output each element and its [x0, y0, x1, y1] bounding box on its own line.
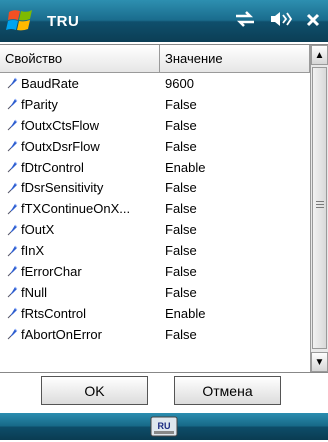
keyboard-input-icon[interactable]: RU: [150, 416, 178, 437]
property-name: fAbortOnError: [21, 326, 102, 342]
property-value: False: [165, 117, 197, 133]
property-cell: fInX: [0, 243, 165, 258]
property-cell: fOutxCtsFlow: [0, 118, 165, 133]
list-item[interactable]: fOutxCtsFlow False: [0, 115, 310, 136]
property-name: BaudRate: [21, 75, 79, 91]
property-pin-icon: [7, 266, 18, 277]
list-item[interactable]: fAbortOnError False: [0, 324, 310, 345]
ok-button[interactable]: OK: [41, 376, 148, 405]
property-cell: fNull: [0, 285, 165, 300]
property-value: False: [165, 201, 197, 217]
property-name: fParity: [21, 96, 58, 112]
list-item[interactable]: fTXContinueOnX... False: [0, 198, 310, 219]
property-cell: fOutxDsrFlow: [0, 139, 165, 154]
property-cell: fTXContinueOnX...: [0, 201, 165, 216]
property-cell: fRtsControl: [0, 306, 165, 321]
property-pin-icon: [7, 328, 18, 340]
column-header-property[interactable]: Свойство: [0, 45, 160, 72]
list-item[interactable]: fParity False: [0, 94, 310, 115]
list-item[interactable]: fOutX False: [0, 219, 310, 240]
property-value: False: [165, 138, 197, 154]
list-item[interactable]: fDtrControl Enable: [0, 157, 310, 178]
cancel-button[interactable]: Отмена: [174, 376, 281, 405]
property-name: fErrorChar: [21, 263, 82, 279]
property-pin-icon: [7, 119, 18, 131]
property-value: Enable: [165, 305, 206, 321]
list-item[interactable]: fInX False: [0, 240, 310, 261]
property-cell: fAbortOnError: [0, 327, 165, 342]
system-tray: [234, 10, 320, 33]
property-value: False: [165, 180, 197, 196]
column-header-value[interactable]: Значение: [160, 45, 310, 72]
property-value: False: [165, 284, 197, 300]
property-name: fDtrControl: [21, 159, 84, 175]
property-pin-icon: [7, 245, 18, 256]
property-pin-icon: [7, 286, 18, 298]
scroll-up-button[interactable]: ▲: [311, 45, 328, 65]
property-name: fOutxDsrFlow: [21, 138, 100, 154]
property-name: fNull: [21, 284, 48, 300]
property-pin-icon: [7, 307, 18, 319]
property-value: False: [165, 326, 197, 342]
list-item[interactable]: fOutxDsrFlow False: [0, 136, 310, 157]
windows-start-icon[interactable]: [5, 3, 41, 39]
property-value: Enable: [165, 159, 206, 175]
scroll-down-button[interactable]: ▼: [311, 352, 328, 372]
property-name: fRtsControl: [21, 305, 87, 321]
property-value: 9600: [165, 75, 194, 91]
list-header: Свойство Значение: [0, 45, 310, 73]
property-name: fTXContinueOnX...: [21, 201, 131, 217]
property-value: False: [165, 96, 197, 112]
close-icon[interactable]: [306, 11, 320, 32]
property-pin-icon: [7, 140, 18, 152]
property-cell: fOutX: [0, 222, 165, 237]
property-pin-icon: [7, 78, 18, 89]
property-name: fDsrSensitivity: [21, 180, 104, 196]
property-pin-icon: [7, 203, 18, 215]
property-value: False: [165, 222, 197, 238]
app-title: TRU: [47, 12, 80, 30]
connectivity-icon[interactable]: [234, 10, 256, 32]
property-pin-icon: [7, 98, 18, 110]
property-cell: BaudRate: [0, 76, 165, 91]
property-value: False: [165, 243, 197, 259]
input-language-label: RU: [158, 421, 171, 431]
title-bar: TRU: [0, 0, 328, 42]
list-item[interactable]: BaudRate 9600: [0, 73, 310, 94]
property-cell: fDtrControl: [0, 160, 165, 175]
property-cell: fDsrSensitivity: [0, 180, 165, 195]
property-cell: fParity: [0, 97, 165, 112]
softkey-bar: RU: [0, 413, 328, 440]
vertical-scrollbar[interactable]: ▲ ▼: [310, 45, 328, 372]
property-pin-icon: [7, 224, 18, 236]
property-name: fInX: [21, 243, 45, 259]
property-pin-icon: [7, 182, 18, 194]
property-pin-icon: [7, 161, 18, 173]
property-name: fOutxCtsFlow: [21, 117, 100, 133]
properties-list[interactable]: Свойство Значение BaudRate 9600 fParity Fal…: [0, 44, 328, 373]
property-cell: fErrorChar: [0, 264, 165, 279]
property-value: False: [165, 263, 197, 279]
list-item[interactable]: fDsrSensitivity False: [0, 177, 310, 198]
list-item[interactable]: fNull False: [0, 282, 310, 303]
property-name: fOutX: [21, 222, 55, 238]
list-item[interactable]: fErrorChar False: [0, 261, 310, 282]
volume-icon[interactable]: [270, 10, 293, 33]
list-rows: BaudRate 9600 fParity False fOutxCtsFlow Fals…: [0, 73, 310, 373]
list-item[interactable]: fRtsControl Enable: [0, 303, 310, 324]
scroll-thumb[interactable]: [312, 67, 327, 349]
